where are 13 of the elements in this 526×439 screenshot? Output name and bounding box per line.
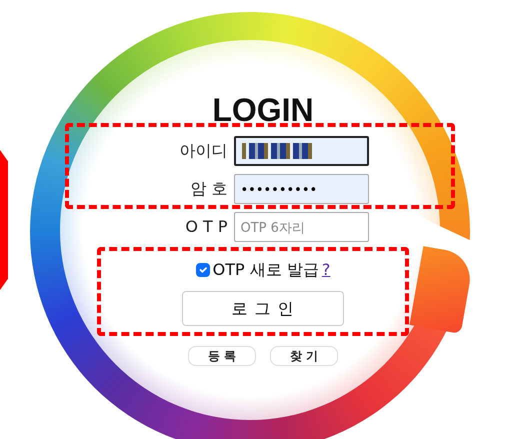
field-label: O T P: [184, 216, 228, 238]
find-button[interactable]: 찾 기: [270, 346, 338, 366]
help-link[interactable]: ?: [322, 258, 330, 282]
checkbox-label: OTP 새로 발급: [212, 259, 319, 281]
otp-field[interactable]: OTP 6자리: [234, 212, 368, 242]
password-field[interactable]: ••••••••••: [234, 174, 368, 204]
input-field[interactable]: [234, 136, 368, 166]
register-button[interactable]: 등 록: [188, 346, 256, 366]
login-title: LOGIN: [212, 92, 314, 128]
field-label: 암 호: [189, 178, 228, 200]
checkbox[interactable]: [196, 263, 210, 277]
login-button[interactable]: 로 그 인: [182, 291, 344, 326]
field-label: 아이디: [178, 140, 228, 162]
